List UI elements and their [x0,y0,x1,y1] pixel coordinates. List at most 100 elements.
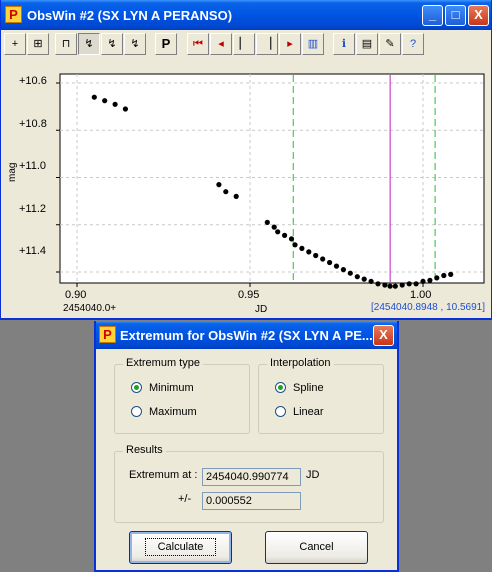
data-point [306,249,312,255]
data-point [233,193,239,199]
toolbar: + ⊞ ⊓ ↯ ↯ ↯ P ⏮ ◂ ▏ ▕ ▸ ▥ ℹ ▤ ✎ ? [1,32,491,58]
window-title: ObsWin #2 (SX LYN A PERANSO) [27,8,233,23]
help-icon[interactable]: ? [402,33,424,55]
zoom-in-icon[interactable]: + [4,33,26,55]
data-point [434,275,440,281]
data-point [427,277,433,283]
interpolation-label: Interpolation [267,357,334,369]
data-point [354,274,360,280]
data-point [282,232,288,238]
spline-radio[interactable]: Spline [275,382,324,394]
data-point [327,259,333,266]
data-point [271,224,277,230]
x-tick-label: 0.90 [65,289,87,301]
data-point [320,256,326,262]
plot-canvas[interactable] [1,62,491,318]
dialog-title: Extremum for ObsWin #2 (SX LYN A PE... [120,328,373,343]
maximum-radio[interactable]: Maximum [131,406,197,418]
info-icon[interactable]: ℹ [333,33,355,55]
radio-selected-icon[interactable] [131,382,142,393]
close-button[interactable]: X [468,5,489,26]
data-point [292,242,298,248]
bracket-icon[interactable]: ⊓ [55,33,77,55]
next-icon[interactable]: ▸ [279,33,301,55]
extremum-dialog: P Extremum for ObsWin #2 (SX LYN A PE...… [94,321,399,572]
step-back-icon[interactable]: ▏ [233,33,255,55]
data-point [368,278,374,284]
y-tick-label: +10.6 [19,75,47,87]
radio-unselected-icon[interactable] [275,406,286,417]
data-point [375,281,381,287]
interpolation-group: Interpolation Spline Linear [258,357,384,434]
lightcurve-c-icon[interactable]: ↯ [124,33,146,55]
error-label: +/- [178,493,192,505]
lightcurve-b-icon[interactable]: ↯ [101,33,123,55]
minimum-label: Minimum [149,382,194,394]
extremum-type-label: Extremum type [123,357,203,369]
peranso-app-icon: P [99,326,116,343]
data-point [340,267,346,273]
cancel-button[interactable]: Cancel [265,531,368,564]
y-tick-label: +10.8 [19,118,47,130]
prev-icon[interactable]: ◂ [210,33,232,55]
data-point [382,282,388,288]
dialog-close-button[interactable]: X [373,325,394,346]
spline-label: Spline [293,382,324,394]
y-axis-label: mag [7,162,18,182]
linear-label: Linear [293,406,324,418]
lightcurve-a-icon[interactable]: ↯ [78,33,100,55]
minimum-radio[interactable]: Minimum [131,382,194,394]
linear-radio[interactable]: Linear [275,406,324,418]
data-point [387,283,393,289]
edit-icon[interactable]: ✎ [379,33,401,55]
extremum-at-label: Extremum at : [129,469,198,481]
data-point [288,236,295,242]
extremum-unit-label: JD [306,469,320,481]
book-icon[interactable]: ▥ [302,33,324,55]
calculate-button[interactable]: Calculate [129,531,232,564]
data-point [264,219,270,225]
lightcurve-plot[interactable]: mag +10.6 +10.8 +11.0 +11.2 +11.4 0.90 0… [1,62,491,318]
data-point [91,94,97,100]
data-point [406,281,412,287]
x-tick-label: 0.95 [238,289,260,301]
first-icon[interactable]: ⏮ [187,33,209,55]
p-button[interactable]: P [155,33,177,55]
data-point [299,245,305,251]
zoom-fit-icon[interactable]: ⊞ [27,33,49,55]
maximum-label: Maximum [149,406,197,418]
data-point [392,283,398,289]
step-forward-icon[interactable]: ▕ [256,33,278,55]
window-titlebar[interactable]: P ObsWin #2 (SX LYN A PERANSO) _ □ X [1,0,491,30]
data-point [112,101,118,107]
dialog-titlebar[interactable]: P Extremum for ObsWin #2 (SX LYN A PE...… [96,321,397,349]
radio-unselected-icon[interactable] [131,406,142,417]
cursor-readout: [2454040.8948 , 10.5691] [371,302,485,313]
data-point [216,182,222,188]
data-point [441,272,447,279]
y-tick-label: +11.0 [19,160,47,172]
data-point [399,282,405,288]
results-group: Results Extremum at : 2454040.990774 JD … [114,444,384,523]
minimize-button[interactable]: _ [422,5,443,26]
radio-selected-icon[interactable] [275,382,286,393]
data-point [333,263,340,269]
data-point [275,229,281,235]
y-tick-label: +11.2 [19,203,47,215]
extremum-value-field[interactable]: 2454040.990774 [202,468,301,486]
plot-area [59,73,485,284]
data-point [313,252,319,259]
data-point [420,278,426,284]
y-tick-label: +11.4 [19,245,47,257]
data-point [361,276,367,282]
obswin-window: P ObsWin #2 (SX LYN A PERANSO) _ □ X + ⊞… [0,0,492,320]
data-point [413,281,419,287]
peranso-app-icon: P [5,6,22,23]
data-point [448,271,454,277]
error-value-field[interactable]: 0.000552 [202,492,301,510]
data-point [347,270,353,276]
maximize-button[interactable]: □ [445,5,466,26]
table-icon[interactable]: ▤ [356,33,378,55]
data-point [223,189,229,195]
results-label: Results [123,444,166,456]
